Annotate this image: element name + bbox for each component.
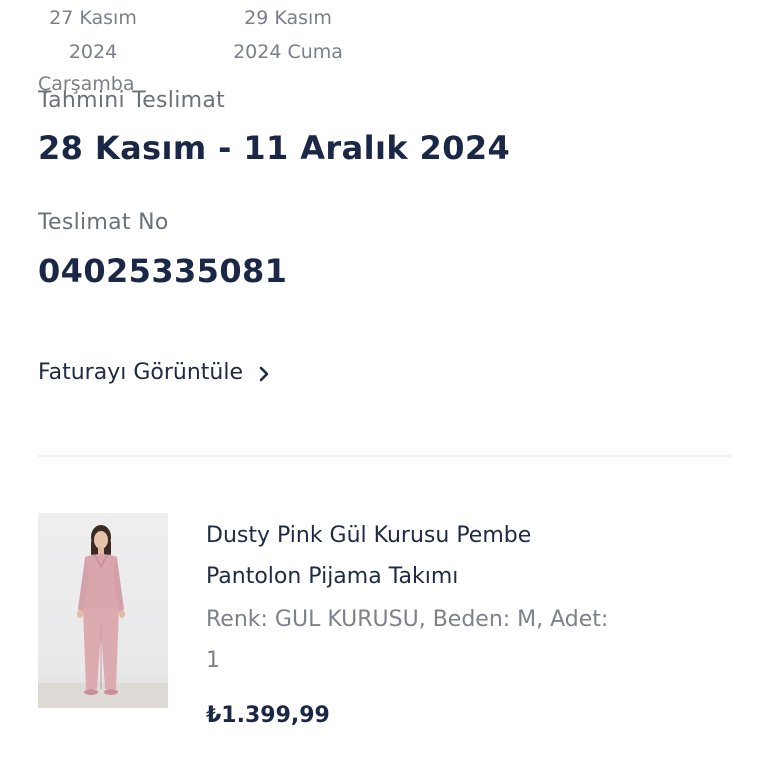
product-attributes: Renk: GUL KURUSU, Beden: M, Adet: 1 xyxy=(206,607,609,673)
view-invoice-link[interactable]: Faturayı Görüntüle xyxy=(38,360,271,385)
delivery-number-value: 04025335081 xyxy=(38,252,288,290)
timeline-date-1: 27 Kasım 2024 xyxy=(30,1,156,69)
timeline-date-1-line2: 2024 xyxy=(68,41,118,63)
estimated-delivery-value: 28 Kasım - 11 Aralık 2024 xyxy=(38,129,511,167)
delivery-number-label: Teslimat No xyxy=(38,210,169,235)
product-name-link[interactable]: Dusty Pink Gül Kurusu Pembe Pantolon Pij… xyxy=(206,515,626,597)
order-detail-page: 27 Kasım 2024 29 Kasım 2024 Cuma Çarşamb… xyxy=(0,0,768,768)
chevron-right-icon xyxy=(257,364,271,382)
timeline-date-2-line2: 2024 Cuma xyxy=(233,41,343,63)
section-divider xyxy=(38,455,732,457)
timeline-date-2: 29 Kasım 2024 Cuma xyxy=(212,1,364,69)
product-price: ₺1.399,99 xyxy=(206,703,330,728)
product-image[interactable] xyxy=(38,513,168,708)
view-invoice-label: Faturayı Görüntüle xyxy=(38,360,243,385)
timeline-date-2-line1: 29 Kasım xyxy=(244,7,332,29)
order-product-item: Dusty Pink Gül Kurusu Pembe Pantolon Pij… xyxy=(38,513,732,743)
timeline-date-1-line1: 27 Kasım xyxy=(49,7,137,29)
estimated-delivery-label: Tahmini Teslimat xyxy=(38,88,226,113)
